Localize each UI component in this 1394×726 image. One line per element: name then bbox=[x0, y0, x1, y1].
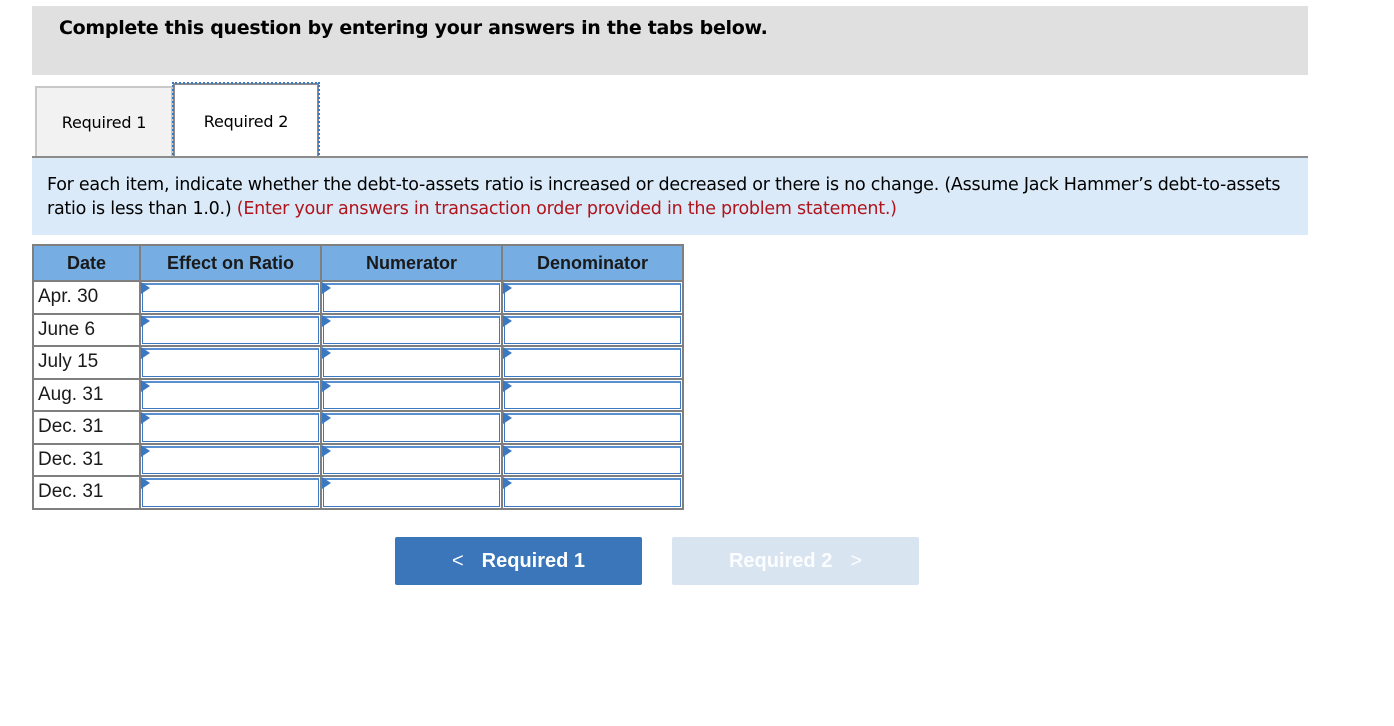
tab-label: Required 1 bbox=[61, 112, 147, 132]
dropdown-marker-icon bbox=[322, 412, 331, 424]
date-cell: Apr. 30 bbox=[32, 280, 141, 315]
effect-cell bbox=[139, 410, 322, 445]
effect-dropdown[interactable] bbox=[142, 315, 319, 344]
dropdown-marker-icon bbox=[503, 444, 512, 457]
numerator-dropdown[interactable] bbox=[323, 478, 500, 507]
effect-dropdown[interactable] bbox=[142, 478, 319, 507]
next-required-2-button[interactable]: Required 2 > bbox=[672, 537, 919, 585]
dropdown-marker-icon bbox=[322, 444, 331, 457]
dropdown-marker-icon bbox=[141, 282, 150, 294]
dropdown-marker-icon bbox=[322, 282, 331, 294]
dropdown-marker-icon bbox=[141, 347, 150, 359]
answer-table: Date Effect on Ratio Numerator Denominat… bbox=[32, 244, 684, 510]
denominator-dropdown[interactable] bbox=[504, 348, 681, 377]
date-cell: Dec. 31 bbox=[32, 410, 141, 445]
prev-button-label: Required 1 bbox=[481, 549, 586, 572]
chevron-right-icon: > bbox=[850, 549, 863, 572]
numerator-dropdown[interactable] bbox=[323, 413, 500, 442]
date-cell: June 6 bbox=[32, 312, 141, 347]
dropdown-marker-icon bbox=[503, 282, 512, 294]
table-row: Dec. 31 bbox=[32, 410, 684, 445]
denominator-dropdown[interactable] bbox=[504, 478, 681, 507]
effect-dropdown[interactable] bbox=[142, 445, 319, 474]
numerator-cell bbox=[320, 280, 503, 315]
denominator-dropdown[interactable] bbox=[504, 315, 681, 344]
numerator-dropdown[interactable] bbox=[323, 445, 500, 474]
dropdown-marker-icon bbox=[322, 347, 331, 359]
table-row: Apr. 30 bbox=[32, 280, 684, 315]
question-header: Complete this question by entering your … bbox=[32, 6, 1308, 75]
column-header-numerator: Numerator bbox=[320, 244, 503, 282]
date-cell: Dec. 31 bbox=[32, 442, 141, 477]
effect-cell bbox=[139, 312, 322, 347]
dropdown-marker-icon bbox=[141, 379, 150, 392]
table-row: June 6 bbox=[32, 312, 684, 347]
column-header-date: Date bbox=[32, 244, 141, 282]
effect-dropdown[interactable] bbox=[142, 283, 319, 312]
table-row: Aug. 31 bbox=[32, 377, 684, 412]
numerator-dropdown[interactable] bbox=[323, 380, 500, 409]
instructions-text: For each item, indicate whether the debt… bbox=[47, 173, 1307, 221]
table-row: Dec. 31 bbox=[32, 475, 684, 510]
denominator-cell bbox=[501, 410, 684, 445]
denominator-dropdown[interactable] bbox=[504, 283, 681, 312]
dropdown-marker-icon bbox=[322, 379, 331, 392]
column-header-effect: Effect on Ratio bbox=[139, 244, 322, 282]
date-cell: Dec. 31 bbox=[32, 475, 141, 510]
next-button-label: Required 2 bbox=[728, 549, 833, 572]
date-cell: Aug. 31 bbox=[32, 377, 141, 412]
numerator-dropdown[interactable] bbox=[323, 348, 500, 377]
dropdown-marker-icon bbox=[141, 412, 150, 424]
dropdown-marker-icon bbox=[322, 314, 331, 327]
denominator-cell bbox=[501, 345, 684, 380]
effect-cell bbox=[139, 442, 322, 477]
table-header-row: Date Effect on Ratio Numerator Denominat… bbox=[32, 244, 684, 282]
numerator-cell bbox=[320, 442, 503, 477]
dropdown-marker-icon bbox=[503, 379, 512, 392]
dropdown-marker-icon bbox=[141, 477, 150, 489]
denominator-cell bbox=[501, 377, 684, 412]
dropdown-marker-icon bbox=[503, 314, 512, 327]
table-row: July 15 bbox=[32, 345, 684, 380]
instructions-note: (Enter your answers in transaction order… bbox=[236, 199, 897, 219]
effect-cell bbox=[139, 475, 322, 510]
denominator-cell bbox=[501, 312, 684, 347]
dropdown-marker-icon bbox=[503, 477, 512, 489]
column-header-denominator: Denominator bbox=[501, 244, 684, 282]
numerator-cell bbox=[320, 410, 503, 445]
date-cell: July 15 bbox=[32, 345, 141, 380]
numerator-dropdown[interactable] bbox=[323, 315, 500, 344]
dropdown-marker-icon bbox=[141, 444, 150, 457]
effect-dropdown[interactable] bbox=[142, 413, 319, 442]
tab-required-1[interactable]: Required 1 bbox=[35, 86, 173, 156]
denominator-dropdown[interactable] bbox=[504, 413, 681, 442]
dropdown-marker-icon bbox=[322, 477, 331, 489]
denominator-cell bbox=[501, 475, 684, 510]
denominator-cell bbox=[501, 280, 684, 315]
effect-cell bbox=[139, 345, 322, 380]
effect-dropdown[interactable] bbox=[142, 380, 319, 409]
chevron-left-icon: < bbox=[451, 549, 464, 572]
denominator-cell bbox=[501, 442, 684, 477]
effect-cell bbox=[139, 377, 322, 412]
header-title: Complete this question by entering your … bbox=[59, 17, 768, 39]
denominator-dropdown[interactable] bbox=[504, 445, 681, 474]
table-row: Dec. 31 bbox=[32, 442, 684, 477]
numerator-cell bbox=[320, 377, 503, 412]
dropdown-marker-icon bbox=[141, 314, 150, 327]
instructions-panel: For each item, indicate whether the debt… bbox=[32, 158, 1308, 235]
dropdown-marker-icon bbox=[503, 412, 512, 424]
prev-required-1-button[interactable]: < Required 1 bbox=[395, 537, 642, 585]
numerator-dropdown[interactable] bbox=[323, 283, 500, 312]
tab-label: Required 2 bbox=[203, 111, 289, 131]
effect-cell bbox=[139, 280, 322, 315]
numerator-cell bbox=[320, 475, 503, 510]
numerator-cell bbox=[320, 345, 503, 380]
denominator-dropdown[interactable] bbox=[504, 380, 681, 409]
dropdown-marker-icon bbox=[503, 347, 512, 359]
numerator-cell bbox=[320, 312, 503, 347]
effect-dropdown[interactable] bbox=[142, 348, 319, 377]
tab-required-2[interactable]: Required 2 bbox=[172, 82, 320, 158]
